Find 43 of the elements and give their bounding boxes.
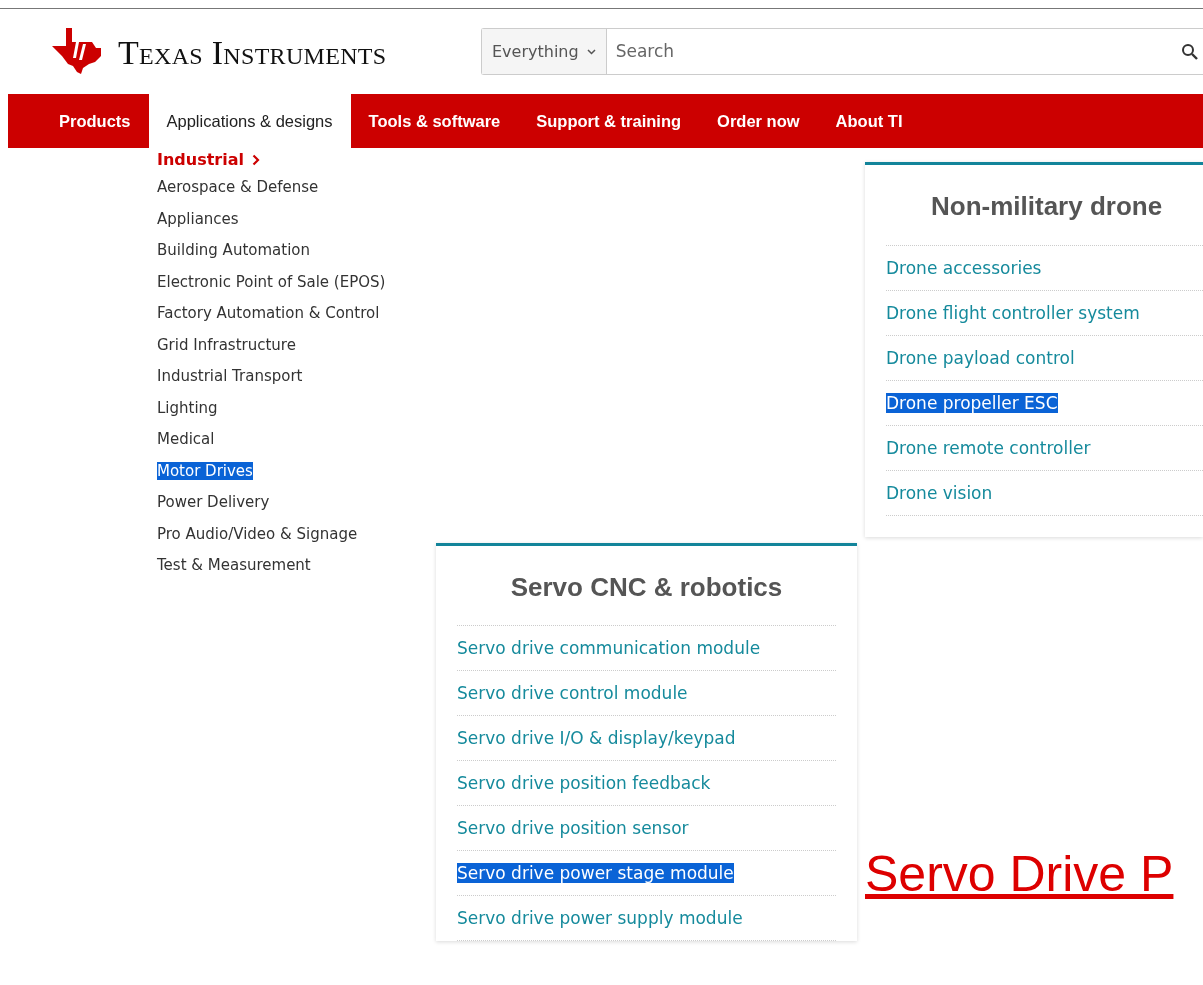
scope-dropdown[interactable]: Everything: [482, 29, 607, 74]
nav-tab[interactable]: Tools & software: [350, 94, 519, 148]
sidebar-item[interactable]: Test & Measurement: [157, 556, 311, 574]
category-link[interactable]: Drone accessories: [886, 258, 1042, 278]
nav-tab[interactable]: Applications & designs: [148, 94, 351, 148]
sidebar-item[interactable]: Medical: [157, 430, 215, 448]
category-link[interactable]: Drone propeller ESC: [886, 393, 1058, 413]
category-link[interactable]: Drone flight controller system: [886, 303, 1140, 323]
chevron-right-icon: [252, 154, 260, 166]
category-link[interactable]: Drone payload control: [886, 348, 1075, 368]
nav-tab[interactable]: Order now: [699, 94, 818, 148]
category-link[interactable]: Servo drive control module: [457, 683, 688, 703]
sidebar-item[interactable]: Motor Drives: [157, 461, 253, 480]
annotation-link[interactable]: Servo Drive P: [865, 846, 1174, 902]
category-link[interactable]: Servo drive communication module: [457, 638, 761, 658]
nav-tab[interactable]: Support & training: [518, 94, 700, 148]
search-field[interactable]: Everything Search: [481, 28, 1203, 75]
nav-tab[interactable]: Products: [41, 94, 149, 148]
search-icon[interactable]: [1181, 42, 1199, 61]
sidebar-item[interactable]: Power Delivery: [157, 493, 270, 511]
sidebar-item[interactable]: Appliances: [157, 209, 239, 228]
sidebar-item[interactable]: Lighting: [157, 398, 218, 417]
active-category[interactable]: Industrial: [157, 148, 427, 172]
sidebar-item[interactable]: Grid Infrastructure: [157, 335, 296, 354]
chevron-icon: [586, 48, 596, 55]
sidebar-item[interactable]: Industrial Transport: [157, 367, 303, 385]
category-link[interactable]: Drone remote controller: [886, 438, 1091, 458]
category-link[interactable]: Servo drive power supply module: [457, 908, 743, 928]
panel-title: Non-military drone: [930, 190, 1164, 223]
sidebar-item[interactable]: Pro Audio/Video & Signage: [157, 524, 358, 543]
sidebar-item[interactable]: Building Automation: [157, 241, 310, 259]
category-link[interactable]: Servo drive position sensor: [457, 818, 689, 838]
sidebar-item[interactable]: Aerospace & Defense: [157, 178, 319, 196]
category-link[interactable]: Servo drive position feedback: [457, 773, 711, 793]
category-link[interactable]: Servo drive power stage module: [457, 863, 734, 883]
category-link[interactable]: Drone vision: [886, 483, 993, 503]
sidebar-item[interactable]: Electronic Point of Sale (EPOS): [157, 272, 386, 291]
sidebar-item[interactable]: Factory Automation & Control: [157, 304, 380, 322]
brand-name[interactable]: Texas Instruments: [118, 36, 387, 70]
texas-logo-icon[interactable]: [52, 28, 102, 74]
panel-title: Servo CNC & robotics: [509, 571, 784, 604]
nav-tab[interactable]: About TI: [817, 94, 921, 148]
category-link[interactable]: Servo drive I/O & display/keypad: [457, 728, 736, 748]
